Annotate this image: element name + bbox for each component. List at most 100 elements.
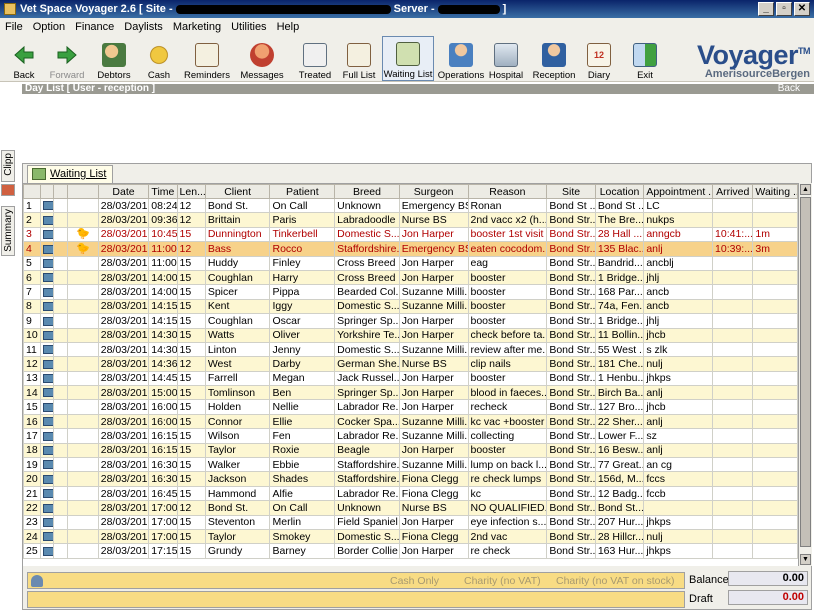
debtors-button[interactable]: Debtors (94, 36, 134, 81)
waiting-list-tab[interactable]: Waiting List (27, 165, 114, 183)
column-header-9[interactable]: Breed (334, 184, 400, 199)
table-row[interactable]: 4 🐤 28/03/201 11:00 12 Bass Rocco Staffordshire… (23, 241, 798, 257)
column-header-12[interactable]: Site (546, 184, 596, 199)
column-header-3[interactable] (67, 184, 99, 199)
scroll-up-arrow-icon[interactable]: ▲ (800, 184, 811, 195)
summary-tab[interactable]: Summary (1, 206, 15, 256)
table-row[interactable]: 24 28/03/201 17:00 15 Taylor Smokey Domestic S… (23, 528, 798, 545)
cell-surgeon: Fiona Clegg (398, 485, 469, 502)
table-row[interactable]: 23 28/03/201 17:00 15 Steventon Merlin Field S… (23, 514, 798, 530)
minimize-button[interactable]: _ (758, 2, 774, 16)
column-header-1[interactable] (40, 184, 55, 199)
row-number: 19 (23, 457, 42, 473)
table-row[interactable]: 15 28/03/201 16:00 15 Holden Nellie Labrador R… (23, 399, 798, 415)
column-header-14[interactable]: Appointment ... (643, 184, 714, 199)
appointment-icon (43, 215, 53, 225)
table-row[interactable]: 7 28/03/201 14:00 15 Spicer Pippa Bearded Col.… (23, 284, 798, 300)
menu-help[interactable]: Help (272, 21, 305, 33)
maximize-button[interactable]: ▫ (776, 2, 792, 16)
column-header-11[interactable]: Reason (467, 184, 548, 199)
menu-option[interactable]: Option (28, 21, 70, 33)
cell-site: Bond Str... (546, 284, 596, 300)
column-header-16[interactable]: Waiting ... (752, 184, 798, 199)
table-row[interactable]: 5 28/03/201 11:00 15 Huddy Finley Cross Breed J… (23, 255, 798, 271)
column-header-15[interactable]: Arrived (712, 184, 754, 199)
table-row[interactable]: 19 28/03/201 16:30 15 Walker Ebbie Staffordshi… (23, 457, 798, 473)
table-row[interactable]: 12 28/03/201 14:36 12 West Darby German She...… (23, 356, 798, 372)
clipp-tab[interactable]: Clipp (1, 150, 15, 182)
column-header-0[interactable] (23, 184, 42, 199)
cell-arrived (712, 514, 754, 530)
table-row[interactable]: 13 28/03/201 14:45 15 Farrell Megan Jack Russe… (23, 370, 798, 387)
table-row[interactable]: 6 28/03/201 14:00 15 Coughlan Harry Cross Bree… (23, 269, 798, 286)
table-row[interactable]: 18 28/03/201 16:15 15 Taylor Roxie Beagle Jon H… (23, 442, 798, 459)
waiting-list-button[interactable]: Waiting List (382, 36, 434, 81)
table-row[interactable]: 2 28/03/201 09:36 12 Brittain Paris Labradoodl… (23, 212, 798, 228)
sidebar-icon[interactable] (1, 184, 15, 196)
forward-arrow-icon (55, 43, 79, 67)
operations-button[interactable]: Operations (438, 36, 484, 81)
table-row[interactable]: 25 28/03/201 17:15 15 Grundy Barney Border Col… (23, 543, 798, 559)
column-header-5[interactable]: Time (148, 184, 178, 199)
table-row[interactable]: 17 28/03/201 16:15 15 Wilson Fen Labrador Re..… (23, 428, 798, 444)
charity-no-vat-stock-option[interactable]: Charity (no VAT on stock) (556, 575, 674, 587)
table-row[interactable]: 14 28/03/201 15:00 15 Tomlinson Ben Springer S… (23, 385, 798, 401)
cell-time: 11:00 (148, 241, 178, 257)
table-row[interactable]: 3 🐤 28/03/201 10:45 15 Dunnington Tinkerbell Do… (23, 226, 798, 243)
waiting-list-grid[interactable]: Date Time Len... Client Patient Breed Surgeon R… (23, 183, 798, 566)
row-type-cell (40, 457, 55, 473)
close-button[interactable]: ✕ (794, 2, 810, 16)
table-row[interactable]: 8 28/03/201 14:15 15 Kent Iggy Domestic S... Su… (23, 298, 798, 315)
row-type-cell (40, 428, 55, 444)
column-header-7[interactable]: Client (204, 184, 271, 199)
column-header-2[interactable] (53, 184, 69, 199)
table-row[interactable]: 20 28/03/201 16:30 15 Jackson Shades Staffords… (23, 471, 798, 487)
table-row[interactable]: 10 28/03/201 14:30 15 Watts Oliver Yorkshire T… (23, 327, 798, 343)
exit-button[interactable]: Exit (630, 36, 660, 81)
table-row[interactable]: 16 28/03/201 16:00 15 Connor Ellie Cocker Spa.… (23, 413, 798, 430)
day-list-back-link[interactable]: Back (778, 84, 800, 94)
scroll-down-arrow-icon[interactable]: ▼ (800, 554, 811, 565)
diary-button[interactable]: 12 Diary (584, 36, 614, 81)
hospital-button[interactable]: Hospital (488, 36, 524, 81)
column-header-10[interactable]: Surgeon (398, 184, 469, 199)
menu-file[interactable]: File (0, 21, 28, 33)
row-flag-cell (53, 399, 69, 415)
back-button[interactable]: Back (6, 36, 42, 81)
menu-daylists[interactable]: Daylists (119, 21, 168, 33)
cell-time: 17:00 (148, 500, 178, 516)
table-row[interactable]: 21 28/03/201 16:45 15 Hammond Alfie Labrador R… (23, 485, 798, 502)
row-type-cell (40, 212, 55, 228)
row-status-cell (67, 356, 99, 372)
table-row[interactable]: 1 28/03/201 08:24 12 Bond St. On Call Unknown E… (23, 197, 798, 214)
treated-button[interactable]: Treated (294, 36, 336, 81)
cell-breed: Unknown (334, 500, 400, 516)
menu-utilities[interactable]: Utilities (226, 21, 271, 33)
messages-button[interactable]: Messages (238, 36, 286, 81)
charity-no-vat-option[interactable]: Charity (no VAT) (464, 575, 541, 587)
column-header-8[interactable]: Patient (269, 184, 336, 199)
row-number: 9 (23, 313, 42, 329)
cash-button[interactable]: Cash (144, 36, 174, 81)
vertical-scrollbar[interactable]: ▲ ▼ (798, 183, 812, 566)
table-row[interactable]: 9 28/03/201 14:15 15 Coughlan Oscar Springer S… (23, 313, 798, 329)
reception-button[interactable]: Reception (532, 36, 576, 81)
table-row[interactable]: 22 28/03/201 17:00 12 Bond St. On Call Unknown… (23, 500, 798, 516)
row-flag-cell (53, 269, 69, 286)
cell-client: Tomlinson (204, 385, 271, 401)
forward-button[interactable]: Forward (46, 36, 88, 81)
column-header-4[interactable]: Date (97, 184, 150, 199)
full-list-button[interactable]: Full List (340, 36, 378, 81)
table-row[interactable]: 11 28/03/201 14:30 15 Linton Jenny Domestic S.… (23, 341, 798, 358)
messages-icon (250, 43, 274, 67)
title-bar: Vet Space Voyager 2.6 [ Site - Server - … (0, 0, 814, 18)
menu-marketing[interactable]: Marketing (168, 21, 226, 33)
column-header-6[interactable]: Len... (176, 184, 206, 199)
cell-len: 15 (176, 327, 206, 343)
scroll-thumb[interactable] (800, 197, 811, 547)
cell-appt: anlj (643, 241, 714, 257)
reminders-button[interactable]: Reminders (184, 36, 230, 81)
column-header-13[interactable]: Location (594, 184, 645, 199)
cash-only-option[interactable]: Cash Only (390, 575, 439, 587)
menu-finance[interactable]: Finance (70, 21, 119, 33)
